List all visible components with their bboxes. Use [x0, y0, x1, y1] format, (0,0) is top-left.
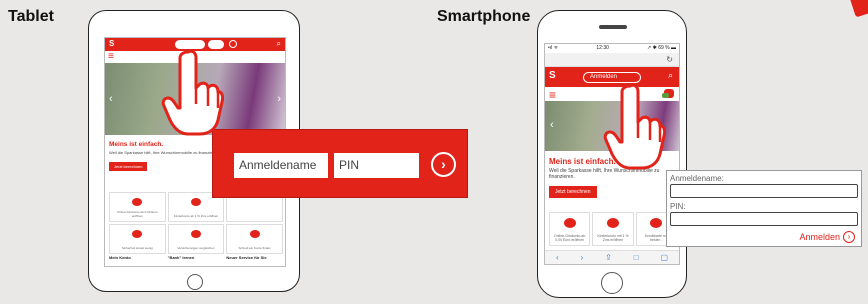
tile[interactable]: Kinderkonto mit 1 % Zins eröffnen	[592, 212, 634, 246]
login-zoom-red: Anmeldename PIN ›	[212, 129, 468, 198]
login-zoom-white: Anmeldename: PIN: Anmelden ›	[666, 170, 862, 247]
house-icon	[249, 230, 260, 238]
tile[interactable]: Versicherungen vergleichen	[167, 224, 225, 254]
tile-label: Versicherungen vergleichen	[177, 246, 215, 250]
tile[interactable]: Sicherheit kostet wenig	[109, 224, 166, 254]
share-icon[interactable]: ⇪	[605, 253, 612, 262]
pin-input[interactable]	[670, 212, 858, 226]
credit-card-icon	[650, 218, 663, 228]
sparkasse-logo: S	[109, 39, 115, 48]
phone-tiles: Online-Girokonto ab 0,00 Euro eröffnen K…	[549, 212, 677, 246]
tile-label: Kinderkonto mit 1 % Zins eröffnen	[597, 234, 629, 242]
username-label: Anmeldename:	[670, 174, 724, 183]
search-icon[interactable]: ⌕	[668, 70, 673, 81]
chevron-right-icon[interactable]: ›	[277, 93, 281, 105]
username-input[interactable]	[670, 184, 858, 198]
tile-label: Schnell ein Konto finden	[238, 246, 271, 250]
tablet-tiles: Online-Girokonto ab 0,00 Euro eröffnen K…	[109, 192, 283, 254]
bottom-link[interactable]: Mein Konto	[109, 255, 166, 260]
chevron-right-icon: ›	[843, 231, 855, 243]
tile[interactable]: Schnell ein Konto finden	[226, 224, 283, 254]
username-input[interactable]: Anmeldename	[234, 153, 328, 178]
tile-label: Online-Girokonto ab 0,00 Euro eröffnen	[116, 210, 158, 218]
submit-label: Anmelden	[799, 232, 840, 242]
piggy-bank-icon	[190, 198, 201, 206]
browser-toolbar: ‹ › ⇪ □ ▢	[545, 250, 679, 264]
tile-icon	[132, 198, 143, 206]
bottom-link[interactable]: "Bank" lernen	[168, 255, 225, 260]
tile-icon	[563, 218, 576, 228]
pin-input[interactable]: PIN	[334, 153, 419, 178]
tile-label: Kinderkonto ab 1 % Zins eröffnen	[173, 214, 219, 218]
umbrella-icon	[132, 230, 143, 238]
address-bar[interactable]: ↻	[545, 53, 679, 67]
corner-tab	[849, 0, 868, 18]
tabs-icon[interactable]: ▢	[660, 253, 668, 262]
piggy-bank-icon	[606, 218, 619, 228]
phone-calculate-button[interactable]: Jetzt berechnen	[549, 186, 597, 198]
phone-home-button[interactable]	[601, 272, 623, 294]
pin-label: PIN:	[670, 202, 686, 211]
status-bar: •ıl ᯤ 12:30 ↗ ✱ 69 % ▬	[545, 44, 679, 53]
back-icon[interactable]: ‹	[556, 253, 559, 262]
login-submit-button[interactable]: Anmelden ›	[799, 231, 855, 243]
signal-indicator: •ıl ᯤ	[548, 45, 559, 51]
hamburger-icon[interactable]: ≡	[108, 52, 114, 62]
speaker	[599, 25, 627, 29]
search-icon[interactable]: ⌕	[277, 39, 281, 49]
tablet-home-button[interactable]	[187, 274, 203, 290]
umbrella-icon	[190, 230, 201, 238]
chevron-left-icon[interactable]: ‹	[550, 119, 554, 131]
tablet-calculate-button[interactable]: Jetzt berechnen	[109, 162, 148, 171]
tile-label: Sicherheit kostet wenig	[121, 246, 153, 250]
forward-icon[interactable]: ›	[581, 253, 584, 262]
tablet-label: Tablet	[8, 8, 54, 25]
chevron-left-icon[interactable]: ‹	[109, 93, 113, 105]
tablet-bottom-links: Mein Konto "Bank" lernen Neuer Service f…	[109, 255, 283, 260]
status-time: 12:30	[596, 45, 609, 51]
tile[interactable]: Online-Girokonto ab 0,00 Euro eröffnen	[549, 212, 591, 246]
bottom-link[interactable]: Neuer Service für Sie	[226, 255, 283, 260]
smartphone-label: Smartphone	[437, 8, 531, 25]
pointing-hand-icon	[161, 49, 224, 136]
sparkasse-logo: S	[549, 70, 556, 81]
pointing-hand-icon	[603, 83, 666, 170]
login-submit-button[interactable]: ›	[431, 152, 456, 177]
bookmarks-icon[interactable]: □	[634, 253, 639, 262]
tile-label: Online-Girokonto ab 0,00 Euro eröffnen	[554, 234, 586, 242]
tile[interactable]: Online-Girokonto ab 0,00 Euro eröffnen	[109, 192, 166, 222]
reload-icon[interactable]: ↻	[666, 55, 673, 64]
tablet-login-go-icon[interactable]	[229, 40, 237, 48]
hamburger-icon[interactable]: ≡	[549, 88, 556, 102]
battery-indicator: ↗ ✱ 69 % ▬	[647, 45, 676, 51]
